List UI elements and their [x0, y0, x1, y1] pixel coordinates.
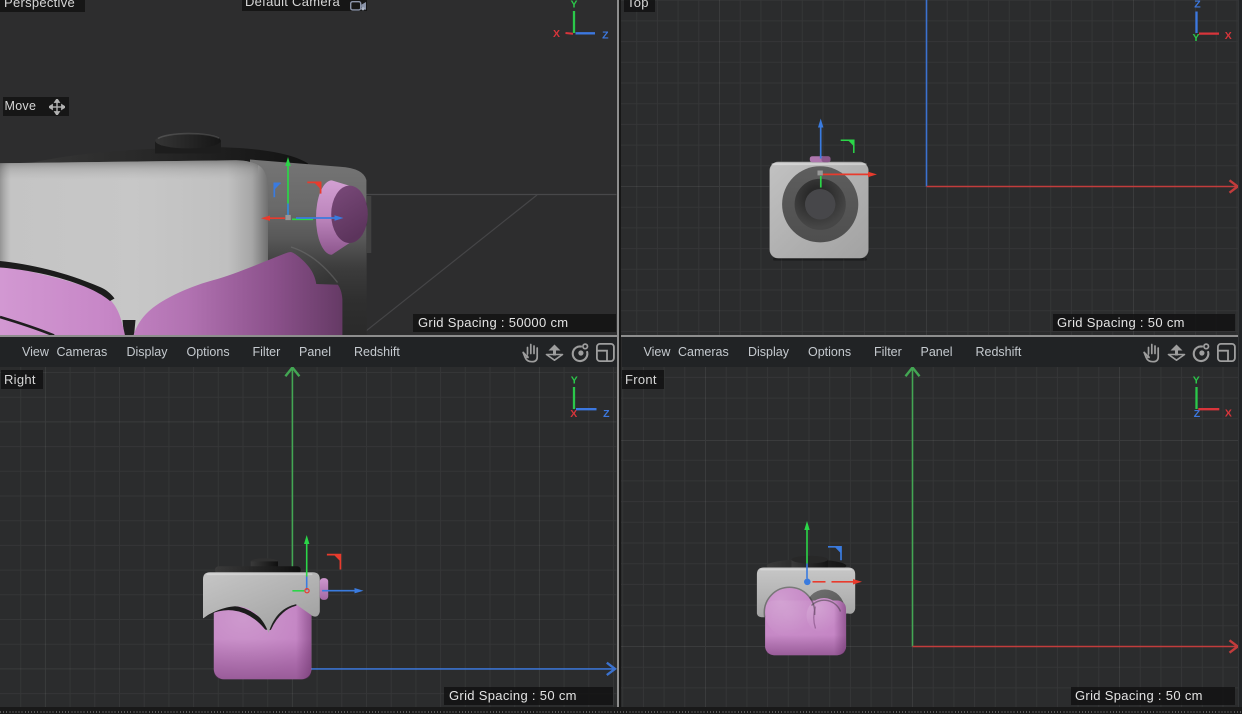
svg-text:X: X [1224, 407, 1231, 419]
svg-text:Y: Y [571, 374, 578, 386]
svg-text:Z: Z [602, 30, 609, 42]
svg-text:X: X [1224, 30, 1231, 42]
svg-text:Z: Z [603, 408, 610, 420]
svg-text:Y: Y [570, 0, 577, 11]
svg-text:Y: Y [1192, 32, 1199, 44]
svg-text:Y: Y [1192, 374, 1199, 386]
svg-text:X: X [553, 28, 560, 40]
svg-text:Z: Z [1194, 0, 1201, 11]
